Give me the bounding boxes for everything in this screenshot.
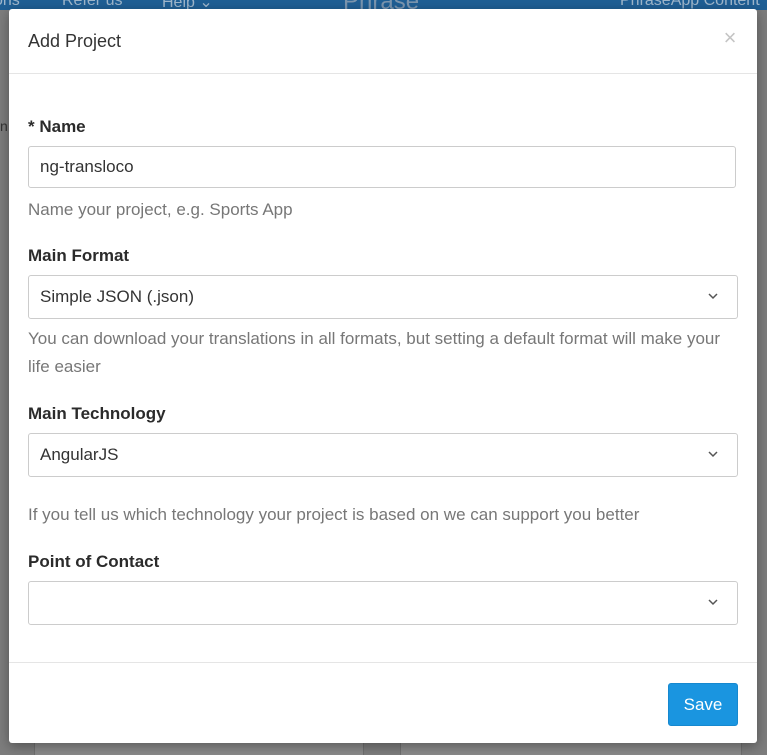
main-technology-help-text: If you tell us which technology your pro… [28, 505, 640, 524]
save-button[interactable]: Save [668, 683, 738, 726]
modal-title: Add Project [28, 31, 122, 51]
point-of-contact-select[interactable] [28, 581, 738, 625]
name-input[interactable] [28, 146, 736, 188]
main-format-select[interactable]: Simple JSON (.json) [28, 275, 738, 319]
name-help-text: Name your project, e.g. Sports App [28, 200, 293, 219]
chevron-down-icon [708, 451, 718, 458]
chevron-down-icon [708, 599, 718, 606]
main-format-label: Main Format [28, 246, 130, 265]
background-side-text: n [0, 118, 8, 134]
main-technology-label: Main Technology [28, 404, 166, 423]
name-label: * Name [28, 117, 86, 136]
close-icon[interactable]: × [721, 27, 739, 51]
main-technology-select[interactable]: AngularJS [28, 433, 738, 477]
add-project-modal: Add Project × * Name Name your project, … [9, 9, 757, 743]
modal-header: Add Project × [9, 9, 757, 74]
chevron-down-icon [708, 293, 718, 300]
modal-footer: Save [9, 662, 757, 744]
point-of-contact-label: Point of Contact [28, 552, 160, 571]
main-format-selected-value: Simple JSON (.json) [40, 287, 194, 306]
main-technology-selected-value: AngularJS [40, 445, 119, 464]
main-format-help-text: You can download your translations in al… [28, 329, 721, 376]
